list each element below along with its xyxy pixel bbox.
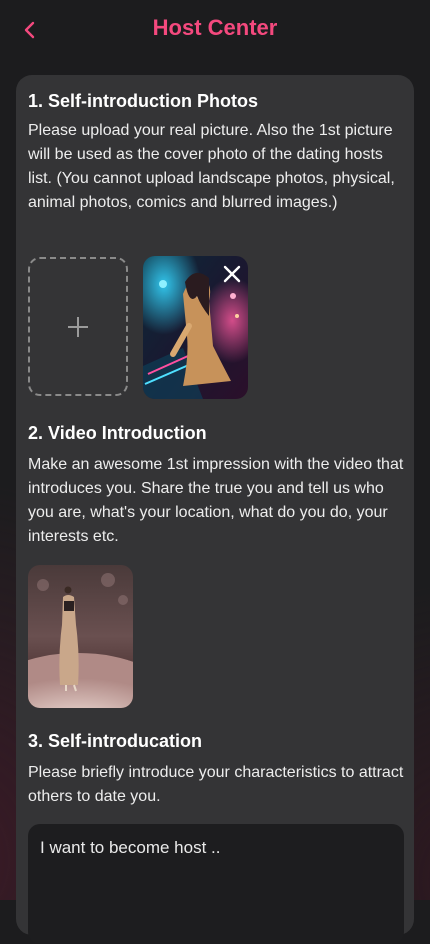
remove-photo-button[interactable] xyxy=(222,264,242,284)
uploaded-photo-thumbnail[interactable] xyxy=(143,256,248,399)
host-form-card: 1. Self-introduction Photos Please uploa… xyxy=(16,75,414,944)
section-intro-title: 3. Self-introducation xyxy=(28,731,203,751)
video-image xyxy=(28,565,133,708)
section-photos-description: Please upload your real picture. Also th… xyxy=(28,122,395,211)
section-intro-description: Please briefly introduce your characteri… xyxy=(28,764,404,805)
page-title: Host Center xyxy=(152,15,278,40)
section-video-description: Make an awesome 1st impression with the … xyxy=(28,456,404,545)
section-photos-title: 1. Self-introduction Photos xyxy=(28,91,258,111)
self-introduction-textarea[interactable]: I want to become host .. xyxy=(28,824,404,944)
close-icon xyxy=(223,265,241,283)
plus-icon xyxy=(68,316,88,337)
video-thumbnail[interactable] xyxy=(28,565,133,708)
section-video-title: 2. Video Introduction xyxy=(28,423,207,443)
add-photo-button[interactable] xyxy=(28,257,128,396)
header: Host Center xyxy=(0,0,430,60)
